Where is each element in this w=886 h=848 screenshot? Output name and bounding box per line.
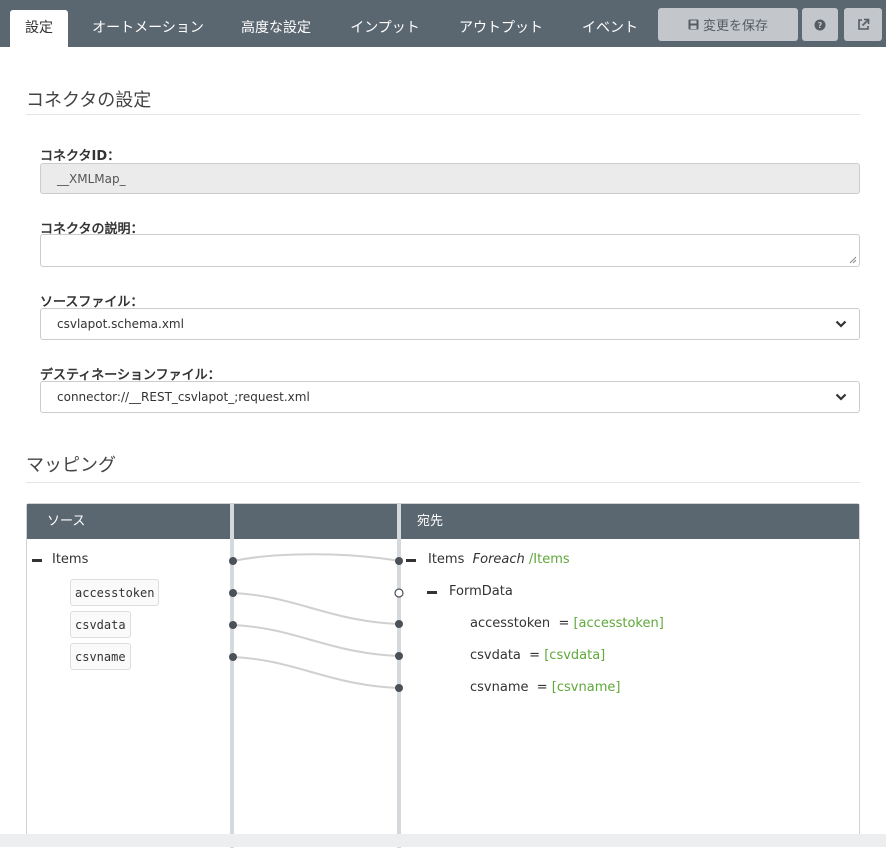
connection-line: [232, 553, 400, 562]
collapse-icon[interactable]: [427, 591, 437, 594]
open-external-button[interactable]: [844, 8, 882, 41]
connection-line: [232, 656, 400, 689]
tab-events[interactable]: イベント: [572, 10, 648, 47]
dest-field-value[interactable]: [accesstoken]: [573, 616, 663, 631]
save-button[interactable]: 変更を保存: [658, 8, 798, 41]
connector-id-label: コネクタID：: [40, 149, 121, 164]
source-file-value: csvlapot.schema.xml: [57, 317, 184, 331]
source-anchor-dot: [229, 589, 237, 597]
source-root-items: Items: [52, 552, 89, 567]
dest-row-csvname[interactable]: csvname = [csvname]: [470, 680, 620, 695]
tab-advanced[interactable]: 高度な設定: [230, 10, 322, 47]
dest-field-name: csvdata: [470, 648, 521, 663]
dest-anchor-dot-empty: [394, 588, 404, 598]
section-divider: [26, 482, 860, 483]
dest-row-csvdata[interactable]: csvdata = [csvdata]: [470, 648, 605, 663]
top-accent-line: [0, 0, 886, 2]
mapping-title: マッピング: [26, 455, 116, 476]
dest-anchor-dot: [395, 684, 403, 692]
dest-field-value[interactable]: [csvname]: [552, 680, 621, 695]
collapse-icon[interactable]: [406, 559, 416, 562]
question-circle-icon: ?: [814, 19, 826, 31]
bottom-scroll-strip: [0, 834, 886, 847]
connector-id-value: __XMLMap_: [57, 171, 126, 186]
source-anchor-dot: [229, 557, 237, 565]
svg-text:?: ?: [818, 21, 823, 30]
connection-line: [232, 624, 400, 657]
tab-automation[interactable]: オートメーション: [84, 10, 212, 47]
connection-line: [232, 592, 400, 625]
dest-field-eq: =: [536, 680, 548, 695]
connector-settings-title: コネクタの設定: [26, 90, 152, 111]
collapse-icon[interactable]: [32, 559, 42, 562]
dest-root-items: Items Foreach /Items: [428, 552, 570, 567]
destination-file-value: connector://__REST_csvlapot_;request.xml: [57, 390, 310, 404]
top-tab-bar: 設定 オートメーション 高度な設定 インプット アウトプット イベント 変更を保…: [0, 0, 886, 47]
tab-input[interactable]: インプット: [340, 10, 430, 47]
floppy-disk-icon: [688, 19, 699, 30]
connector-id-field[interactable]: __XMLMap_: [40, 163, 860, 194]
dest-field-name: accesstoken: [470, 616, 551, 631]
source-field-csvname[interactable]: csvname: [70, 643, 131, 670]
dest-field-eq: =: [529, 648, 541, 663]
chevron-down-icon: [835, 393, 847, 401]
mapping-panel: ソース 宛先 Items accesstoken csvdata csvname…: [26, 503, 860, 848]
help-button[interactable]: ?: [802, 8, 838, 41]
save-button-label: 変更を保存: [702, 19, 768, 34]
source-anchor-dot: [229, 621, 237, 629]
source-anchor-dot: [229, 653, 237, 661]
destination-column-divider: [397, 504, 401, 848]
dest-field-name: csvname: [470, 680, 529, 695]
source-column-divider: [230, 504, 234, 848]
chevron-down-icon: [835, 320, 847, 328]
dest-row-accesstoken[interactable]: accesstoken = [accesstoken]: [470, 616, 664, 631]
destination-file-select[interactable]: connector://__REST_csvlapot_;request.xml: [40, 381, 860, 413]
source-field-csvdata[interactable]: csvdata: [70, 611, 131, 638]
source-file-select[interactable]: csvlapot.schema.xml: [40, 308, 860, 340]
external-link-icon: [857, 18, 870, 31]
dest-group-formdata: FormData: [449, 584, 513, 599]
section-divider: [26, 114, 860, 115]
dest-anchor-dot: [395, 557, 403, 565]
dest-field-eq: =: [558, 616, 570, 631]
dest-root-name: Items: [428, 552, 465, 567]
dest-anchor-dot: [395, 620, 403, 628]
dest-anchor-dot: [395, 652, 403, 660]
resize-grip-icon[interactable]: [849, 256, 857, 264]
connector-description-field[interactable]: [40, 234, 860, 267]
source-field-accesstoken[interactable]: accesstoken: [70, 579, 160, 606]
tab-output[interactable]: アウトプット: [448, 10, 554, 47]
dest-root-path[interactable]: /Items: [529, 552, 570, 567]
dest-field-value[interactable]: [csvdata]: [544, 648, 605, 663]
tab-settings[interactable]: 設定: [10, 10, 68, 47]
dest-root-mode: Foreach: [472, 552, 525, 567]
